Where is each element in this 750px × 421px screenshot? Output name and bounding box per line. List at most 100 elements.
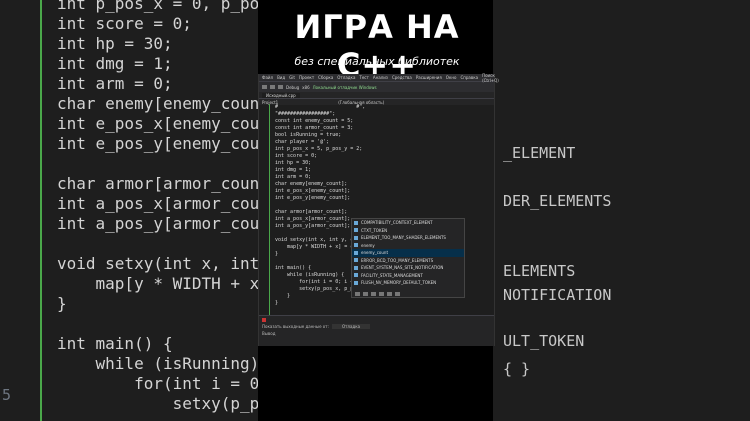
- change-bar: [40, 0, 42, 421]
- code-line: int hp = 30;: [275, 160, 312, 166]
- code-line: char armor[armor_count];: [275, 209, 348, 215]
- autocomplete-label: enemy: [361, 242, 375, 248]
- menu-item[interactable]: Отладка: [337, 75, 355, 80]
- constant-icon: [354, 220, 358, 225]
- output-source-row: Показать выходные данные от: Отладка: [259, 323, 494, 330]
- code-line: int a_pos_y[armor_count];: [275, 223, 351, 229]
- output-source-label: Показать выходные данные от:: [262, 324, 329, 329]
- menu-item[interactable]: Файл: [262, 75, 273, 80]
- menu-item[interactable]: Справка: [460, 75, 478, 80]
- code-line: int a_pos_x[armor_count];: [275, 216, 351, 222]
- constant-icon: [354, 243, 358, 248]
- filter-icon[interactable]: [379, 291, 384, 296]
- autocomplete-item[interactable]: FLUSH_NV_MEMORY_DEFAULT_TOKEN: [352, 279, 464, 287]
- filter-icon[interactable]: [371, 291, 376, 296]
- autocomplete-label: FLUSH_NV_MEMORY_DEFAULT_TOKEN: [361, 280, 437, 286]
- back-icon[interactable]: [262, 85, 267, 89]
- background-code-line: for(int i = 0; i: [134, 374, 258, 393]
- constant-icon: [354, 250, 358, 255]
- constant-icon: [354, 228, 358, 233]
- output-source-select[interactable]: Отладка: [331, 324, 371, 329]
- tab-output[interactable]: Вывод: [262, 331, 275, 336]
- line-number: 5: [2, 386, 12, 404]
- background-code-line: int a_pos_x[armor_count];: [57, 194, 258, 213]
- code-line: const int enemy_count = 5;: [275, 118, 354, 124]
- code-line: char player = '@';: [275, 139, 330, 145]
- menu-item[interactable]: Тест: [359, 75, 368, 80]
- code-line: while (isRunning) {: [275, 272, 345, 278]
- code-line: bool isRunning = true;: [275, 132, 342, 138]
- menu-item[interactable]: Окно: [446, 75, 457, 80]
- background-code-line: DER_ELEMENTS: [503, 192, 612, 210]
- autocomplete-item[interactable]: ELEMENT_TOO_MANY_SHADER_ELEMENTS: [352, 234, 464, 242]
- autocomplete-label: ERROR_BCD_TOO_MANY_ELEMENTS: [361, 257, 434, 263]
- autocomplete-filters: [352, 290, 464, 297]
- background-code-line: _ELEMENT: [503, 144, 576, 162]
- code-line: int score = 0;: [275, 153, 318, 159]
- background-code-line: ELEMENTS: [503, 262, 576, 280]
- code-line: const int armor_count = 3;: [275, 125, 354, 131]
- background-code-line: int score = 0;: [57, 14, 192, 33]
- autocomplete-popup: COMPATIBILITY_CONTEXT_ELEMENT CTXT_TOKEN E…: [351, 218, 465, 298]
- background-code-line: }: [57, 294, 67, 313]
- menu-item[interactable]: Проект: [299, 75, 314, 80]
- code-line: char enemy[enemy_count];: [275, 181, 348, 187]
- change-bar: [269, 104, 270, 324]
- filter-icon[interactable]: [395, 291, 400, 296]
- code-line: # #",: [275, 104, 366, 110]
- autocomplete-item[interactable]: enemy: [352, 242, 464, 250]
- code-line: }: [275, 293, 291, 299]
- code-line: int dmg = 1;: [275, 167, 312, 173]
- menu-item[interactable]: Поиск (Ctrl+Q): [482, 73, 499, 83]
- autocomplete-item[interactable]: FACILITY_STATE_MANAGEMENT: [352, 272, 464, 280]
- filter-icon[interactable]: [363, 291, 368, 296]
- menu-item[interactable]: Сборка: [318, 75, 333, 80]
- menu-item[interactable]: Анализ: [373, 75, 388, 80]
- background-code-line: char armor[armor_count];: [57, 174, 258, 193]
- run-button[interactable]: Локальный отладчик Windows: [313, 85, 377, 90]
- filter-icon[interactable]: [355, 291, 360, 296]
- code-editor[interactable]: # #", "#################"; const int enemy…: [259, 104, 494, 324]
- background-code-right: _ELEMENT DER_ELEMENTS ELEMENTS NOTIFICATION…: [493, 0, 750, 421]
- code-line: "#################";: [275, 111, 336, 117]
- constant-icon: [354, 273, 358, 278]
- background-code-line: int e_pos_y[enemy_count];: [57, 134, 258, 153]
- autocomplete-item[interactable]: CTXT_TOKEN: [352, 227, 464, 235]
- autocomplete-item[interactable]: EVENT_SYSTEM_NAS_SITE_NOTIFICATION: [352, 264, 464, 272]
- platform-select[interactable]: x86: [302, 85, 309, 90]
- error-icon: [262, 317, 266, 322]
- autocomplete-label: CTXT_TOKEN: [361, 227, 388, 233]
- autocomplete-item[interactable]: ERROR_BCD_TOO_MANY_ELEMENTS: [352, 257, 464, 265]
- background-code-line: char enemy[enemy_count];: [57, 94, 258, 113]
- background-code-line: map[y * WIDTH + x]: [57, 274, 258, 293]
- filter-icon[interactable]: [387, 291, 392, 296]
- code-line: int e_pos_y[enemy_count];: [275, 195, 351, 201]
- autocomplete-item[interactable]: COMPATIBILITY_CONTEXT_ELEMENT: [352, 219, 464, 227]
- menu-item[interactable]: Средства: [392, 75, 412, 80]
- code-line: int p_pos_x = 5, p_pos_y = 2;: [275, 146, 363, 152]
- menu-item[interactable]: Git: [289, 75, 295, 80]
- menu-item[interactable]: Расширения: [416, 75, 442, 80]
- autocomplete-label: FACILITY_STATE_MANAGEMENT: [361, 272, 423, 278]
- line-gutter: [0, 0, 36, 421]
- background-code-line: int hp = 30;: [57, 34, 173, 53]
- background-code-line: int main() {: [57, 334, 173, 353]
- autocomplete-item[interactable]: enemy_count: [352, 249, 464, 257]
- constant-icon: [354, 258, 358, 263]
- output-tab-row: Вывод: [259, 330, 494, 337]
- tab-source-file[interactable]: Исходный.cpp: [262, 92, 300, 98]
- menu-item[interactable]: Вид: [277, 75, 285, 80]
- output-panel: Показать выходные данные от: Отладка Выв…: [259, 315, 494, 346]
- video-title: ИГРА НА C++: [294, 8, 460, 84]
- constant-icon: [354, 280, 358, 285]
- background-code-line: { }: [503, 360, 531, 378]
- code-line: int arm = 0;: [275, 174, 312, 180]
- forward-icon[interactable]: [270, 85, 275, 89]
- code-line: void setxy(int x, int y, ch: [275, 237, 357, 243]
- config-select[interactable]: Debug: [286, 85, 299, 90]
- save-icon[interactable]: [278, 85, 283, 89]
- code-line: }: [275, 300, 279, 306]
- background-code-line: int arm = 0;: [57, 74, 173, 93]
- menu-bar: Файл Вид Git Проект Сборка Отладка Тест Анализ С…: [259, 73, 499, 83]
- background-code-line: int p_pos_x = 0, p_pos_y = 2;: [57, 0, 258, 13]
